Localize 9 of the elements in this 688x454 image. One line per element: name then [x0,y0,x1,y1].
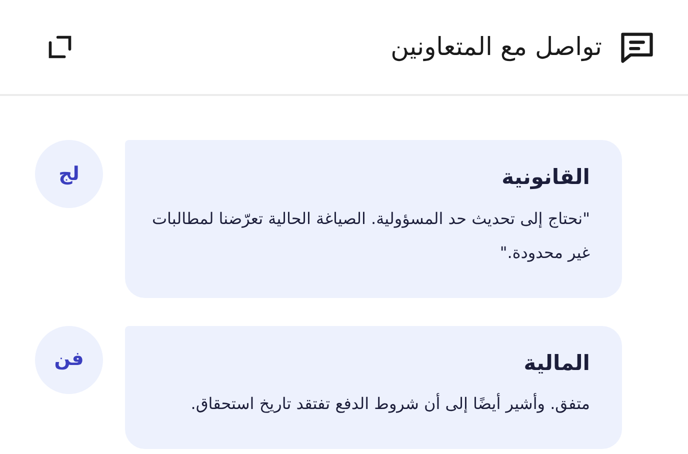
author-name: المالية [522,350,590,376]
author-name: القانونية [500,164,590,192]
message-text: "نحتاج إلى تحديث حد المسؤولية. الصياغة الحالية تعرّضنا لمطالبات غير محدودة." [150,208,590,264]
expand-icon [47,34,73,60]
window-title: تواصل مع المتعاونين [390,31,602,64]
expand-button[interactable] [46,33,74,61]
message-text: متفق. وأشير أيضًا إلى أن شروط الدفع تفتقد تاريخ استحقاق. [190,392,590,415]
avatar: فن [35,326,103,394]
avatar: لج [35,140,103,208]
